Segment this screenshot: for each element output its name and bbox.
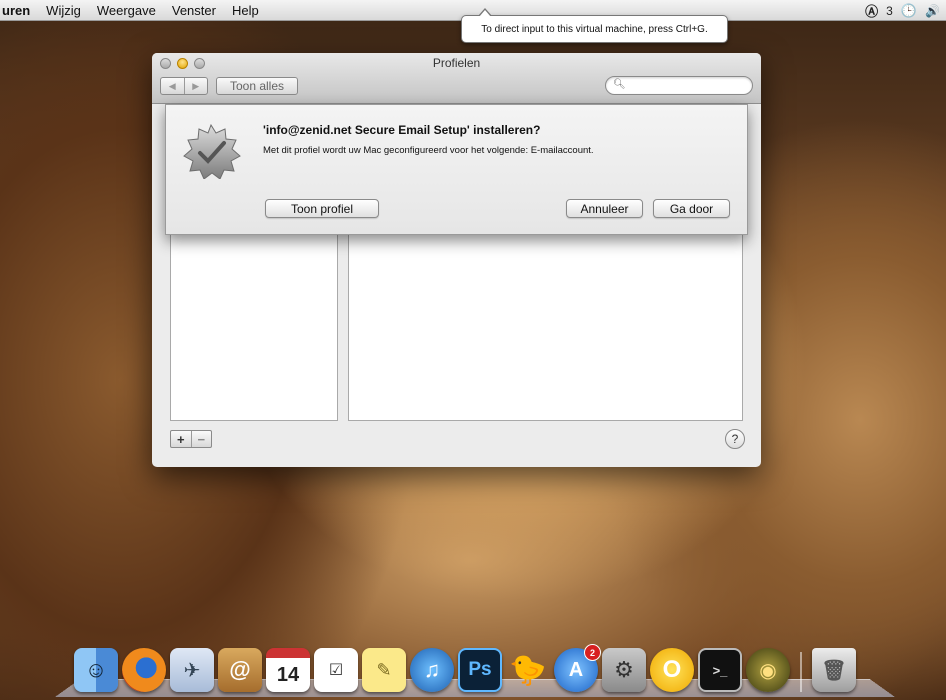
adobe-icon[interactable]: Ⓐ (865, 1, 878, 20)
show-all-button[interactable]: Toon alles (216, 77, 298, 95)
sheet-message: Met dit profiel wordt uw Mac geconfigure… (263, 145, 594, 156)
remove-profile-button[interactable]: − (192, 431, 212, 447)
menu-view[interactable]: Weergave (89, 3, 164, 18)
console-icon[interactable]: ◉ (746, 648, 790, 692)
menu-help[interactable]: Help (224, 3, 267, 18)
clock-icon[interactable]: 🕒 (901, 3, 917, 19)
search-icon: 🔍︎ (613, 79, 626, 90)
opera-icon[interactable]: O (650, 648, 694, 692)
nav-back-forward: ◀ ▶ (160, 77, 208, 95)
app-store-icon[interactable]: A2 (554, 644, 601, 692)
itunes-icon[interactable]: ♫ (410, 648, 454, 692)
menu-edit[interactable]: Wijzig (38, 3, 89, 18)
install-profile-sheet: 'info@zenid.net Secure Email Setup' inst… (165, 104, 748, 235)
finder-icon[interactable]: ☺ (74, 648, 118, 692)
search-field[interactable]: 🔍︎ (605, 76, 753, 95)
add-profile-button[interactable]: + (171, 431, 192, 447)
sheet-title: 'info@zenid.net Secure Email Setup' inst… (263, 123, 541, 137)
photoshop-icon[interactable]: Ps (458, 648, 502, 692)
cyberduck-icon[interactable]: 🐤 (506, 648, 550, 692)
window-title: Profielen (432, 56, 481, 70)
calendar-icon[interactable]: 14 (266, 648, 310, 692)
window-titlebar: Profielen ◀ ▶ Toon alles 🔍︎ (152, 53, 761, 104)
menu-window[interactable]: Venster (164, 3, 224, 18)
dock: ☺ ✈ @ 14 ☑ ✎ ♫ Ps 🐤 A2 ⚙ O >_ ◉ 🗑 (70, 634, 894, 692)
profiles-list[interactable] (170, 233, 338, 421)
photoshop-label: Ps (468, 659, 492, 680)
search-input[interactable] (626, 78, 748, 94)
mail-icon[interactable]: ✈ (170, 648, 214, 692)
system-preferences-icon[interactable]: ⚙ (602, 648, 646, 692)
menubar-status-area: Ⓐ 3 🕒 🔊 (865, 0, 940, 21)
add-remove-control: + − (170, 430, 212, 448)
show-profile-button[interactable]: Toon profiel (265, 199, 379, 218)
continue-button[interactable]: Ga door (653, 199, 730, 218)
forward-arrow-icon[interactable]: ▶ (185, 78, 208, 94)
calendar-day: 14 (276, 663, 300, 686)
volume-icon[interactable]: 🔊 (925, 4, 940, 18)
back-arrow-icon[interactable]: ◀ (161, 78, 185, 94)
firefox-icon[interactable] (122, 648, 166, 692)
profile-badge-icon (183, 123, 241, 179)
vm-input-tooltip: To direct input to this virtual machine,… (461, 8, 728, 43)
reminders-icon[interactable]: ☑ (314, 648, 358, 692)
terminal-icon[interactable]: >_ (698, 648, 742, 692)
app-store-badge: 2 (584, 644, 601, 661)
profile-detail (348, 233, 743, 421)
stickies-icon[interactable]: ✎ (362, 648, 406, 692)
trash-icon[interactable]: 🗑 (812, 648, 856, 692)
menu-app[interactable]: uren (0, 3, 38, 18)
contacts-icon[interactable]: @ (218, 648, 262, 692)
help-button[interactable]: ? (725, 429, 745, 449)
dock-separator (800, 652, 802, 692)
adobe-count: 3 (886, 3, 893, 18)
cancel-button[interactable]: Annuleer (566, 199, 643, 218)
